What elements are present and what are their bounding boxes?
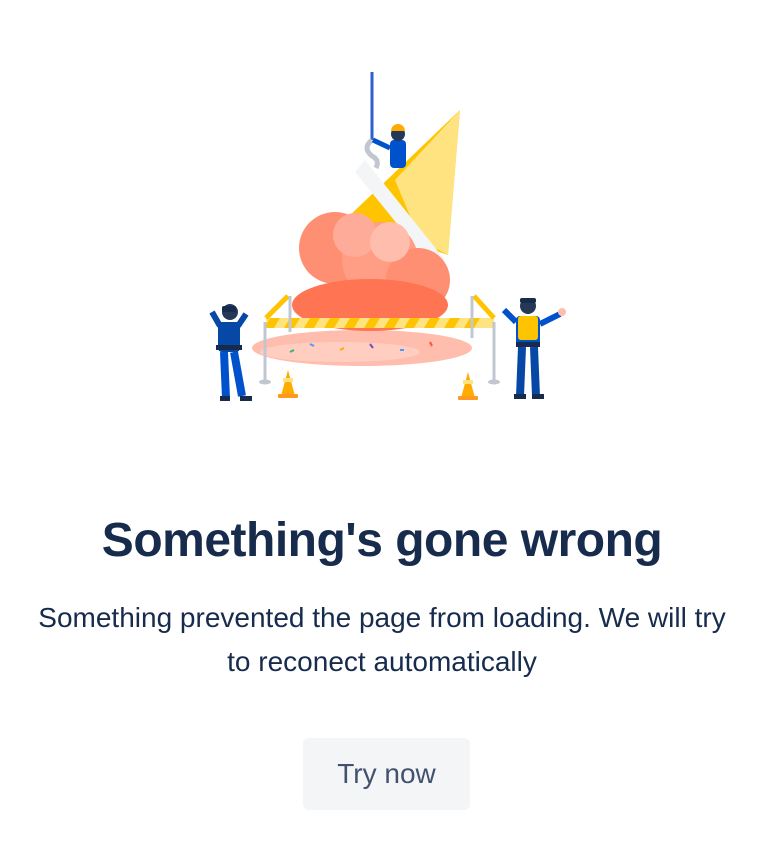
try-now-button[interactable]: Try now bbox=[303, 738, 470, 810]
error-page: Something's gone wrong Something prevent… bbox=[0, 0, 764, 844]
worker-top bbox=[390, 140, 406, 168]
hook-icon bbox=[364, 138, 380, 170]
error-message: Something prevented the page from loadin… bbox=[38, 602, 726, 677]
dropped-ice-cream-illustration bbox=[209, 72, 566, 401]
barrier-tape bbox=[266, 318, 494, 328]
officer-right bbox=[501, 298, 566, 399]
error-title: Something's gone wrong bbox=[101, 514, 663, 567]
traffic-cone-icon bbox=[458, 372, 478, 400]
traffic-cone-icon bbox=[278, 370, 298, 398]
officer-left bbox=[209, 304, 252, 401]
